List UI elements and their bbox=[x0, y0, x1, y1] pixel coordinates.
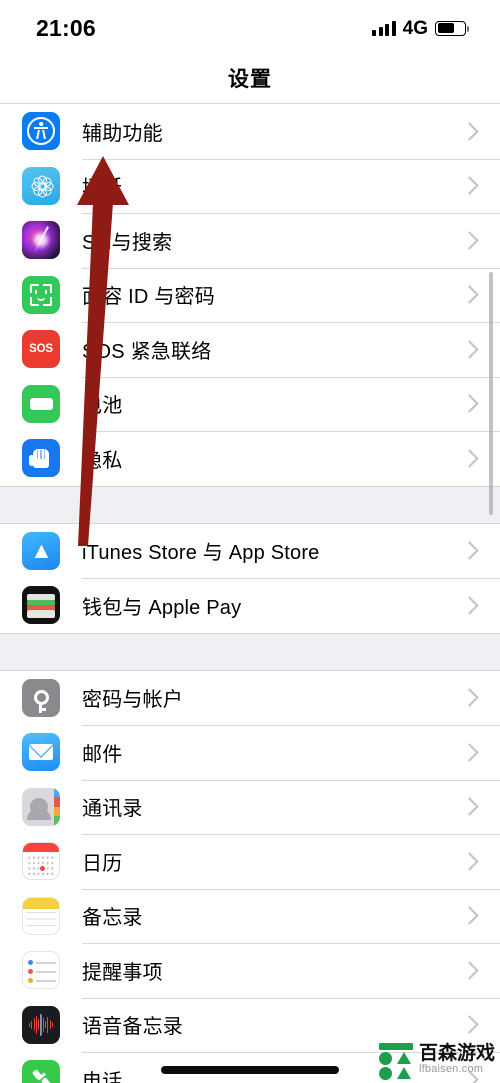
voice-memos-icon bbox=[22, 1005, 60, 1044]
chevron-right-icon bbox=[460, 906, 479, 925]
settings-row[interactable]: 通讯录 bbox=[0, 779, 500, 834]
status-time: 21:06 bbox=[36, 14, 96, 41]
settings-row[interactable]: SOS SOS 紧急联络 bbox=[0, 322, 500, 377]
settings-row-label: 语音备忘录 bbox=[82, 1016, 183, 1039]
system-group: 辅助功能墙纸 Siri与搜索面容 ID 与密码 SOS SOS 紧急联络 电池隐私 bbox=[0, 104, 500, 486]
settings-row-label: 面容 ID 与密码 bbox=[82, 286, 215, 309]
chevron-right-icon bbox=[460, 797, 479, 816]
group-separator bbox=[0, 485, 500, 524]
settings-row[interactable]: 日历 bbox=[0, 834, 500, 889]
phone-icon bbox=[22, 1060, 60, 1083]
settings-row[interactable]: 辅助功能 bbox=[0, 104, 500, 159]
settings-row[interactable]: 墙纸 bbox=[0, 158, 500, 213]
chevron-right-icon bbox=[460, 961, 479, 980]
settings-row-label: 备忘录 bbox=[82, 907, 143, 930]
chevron-right-icon bbox=[460, 176, 479, 195]
settings-row[interactable]: 提醒事项 bbox=[0, 943, 500, 998]
chevron-right-icon bbox=[460, 231, 479, 250]
settings-row-label: 辅助功能 bbox=[82, 122, 163, 145]
settings-row[interactable]: 隐私 bbox=[0, 431, 500, 486]
settings-row-label: 通讯录 bbox=[82, 798, 143, 821]
settings-row[interactable]: ▲ iTunes Store 与 App Store bbox=[0, 523, 500, 578]
watermark-url: lfbaisen.com bbox=[418, 1063, 484, 1076]
chevron-right-icon bbox=[460, 449, 479, 468]
chevron-right-icon bbox=[460, 122, 479, 141]
settings-row[interactable]: Siri与搜索 bbox=[0, 213, 500, 268]
settings-row-label: Siri与搜索 bbox=[82, 231, 173, 254]
wallpaper-icon bbox=[22, 166, 60, 205]
app-store-icon: ▲ bbox=[22, 531, 60, 570]
home-indicator bbox=[161, 1066, 339, 1074]
accessibility-icon bbox=[22, 112, 60, 151]
calendar-icon bbox=[22, 842, 60, 881]
page-title: 设置 bbox=[228, 67, 272, 91]
chevron-right-icon bbox=[460, 743, 479, 762]
settings-row-label: 密码与帐户 bbox=[82, 689, 183, 712]
watermark-logo-icon bbox=[378, 1043, 413, 1080]
settings-row-label: 墙纸 bbox=[82, 177, 123, 200]
settings-row-label: iTunes Store 与 App Store bbox=[82, 542, 320, 565]
apps-group: 密码与帐户 邮件 通讯录 日历 备忘录 提醒事项 语音备忘录 电话 bbox=[0, 670, 500, 1083]
sos-icon: SOS bbox=[22, 330, 60, 369]
battery-settings-icon bbox=[22, 384, 60, 423]
scrollbar-thumb[interactable] bbox=[489, 272, 493, 515]
settings-row[interactable]: 钱包与 Apple Pay bbox=[0, 578, 500, 633]
settings-screen: 21:06 4G 设置 辅助功能 墙纸 Siri与搜索 面容 ID 与密码 SOS SOS… bbox=[0, 0, 500, 1083]
chevron-right-icon bbox=[460, 340, 479, 359]
chevron-right-icon bbox=[460, 852, 479, 871]
settings-row[interactable]: 邮件 bbox=[0, 725, 500, 780]
chevron-right-icon bbox=[460, 596, 479, 615]
carrier-network-label: 4G bbox=[402, 17, 428, 39]
settings-row[interactable]: 电池 bbox=[0, 376, 500, 431]
battery-icon bbox=[435, 20, 469, 36]
siri-icon bbox=[22, 221, 60, 260]
store-group: ▲ iTunes Store 与 App Store 钱包与 Apple Pay bbox=[0, 523, 500, 633]
settings-row-label: 提醒事项 bbox=[82, 961, 163, 984]
contacts-icon bbox=[22, 787, 60, 826]
settings-row-label: 日历 bbox=[82, 852, 123, 875]
group-separator bbox=[0, 632, 500, 671]
chevron-right-icon bbox=[460, 394, 479, 413]
faceid-icon bbox=[22, 275, 60, 314]
chevron-right-icon bbox=[460, 541, 479, 560]
settings-row-label: SOS 紧急联络 bbox=[82, 340, 212, 363]
settings-row-label: 电池 bbox=[82, 395, 123, 418]
reminders-icon bbox=[22, 951, 60, 990]
mail-icon bbox=[22, 733, 60, 772]
key-icon bbox=[22, 678, 60, 717]
chevron-right-icon bbox=[460, 1015, 479, 1034]
settings-row-label: 钱包与 Apple Pay bbox=[82, 596, 242, 619]
chevron-right-icon bbox=[460, 688, 479, 707]
notes-icon bbox=[22, 896, 60, 935]
chevron-right-icon bbox=[460, 285, 479, 304]
settings-row-label: 邮件 bbox=[82, 743, 123, 766]
settings-row-label: 隐私 bbox=[82, 449, 123, 472]
status-bar: 21:06 4G bbox=[0, 0, 500, 52]
settings-list[interactable]: 辅助功能墙纸 Siri与搜索面容 ID 与密码 SOS SOS 紧急联络 电池隐私 ▲ iT… bbox=[0, 104, 500, 1083]
signal-bars-icon bbox=[372, 20, 396, 36]
navigation-bar: 设置 bbox=[0, 52, 500, 104]
privacy-hand-icon bbox=[22, 439, 60, 478]
wallet-icon bbox=[22, 586, 60, 625]
settings-row[interactable]: 备忘录 bbox=[0, 888, 500, 943]
watermark: 百森游戏 lfbaisen.com bbox=[378, 1043, 495, 1080]
settings-row[interactable]: 密码与帐户 bbox=[0, 670, 500, 725]
settings-row[interactable]: 面容 ID 与密码 bbox=[0, 267, 500, 322]
status-right-cluster: 4G bbox=[372, 17, 469, 39]
watermark-title: 百森游戏 bbox=[418, 1043, 495, 1065]
